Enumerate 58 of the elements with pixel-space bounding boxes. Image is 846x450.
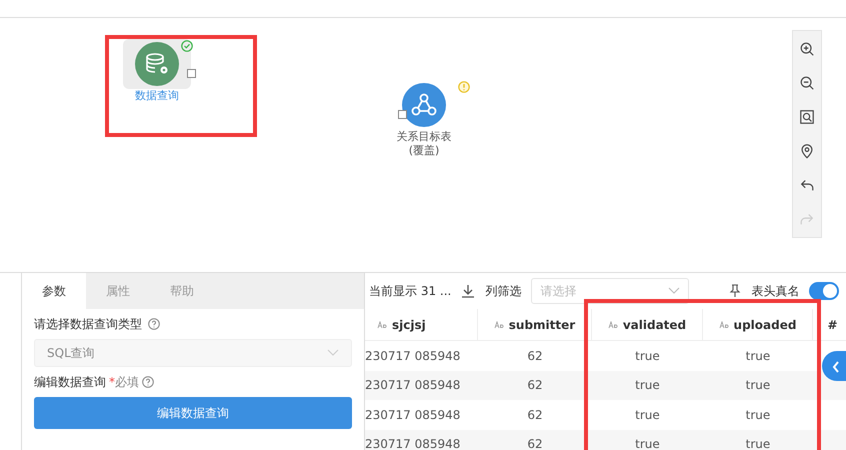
chevron-down-icon [668, 287, 680, 295]
port-handle[interactable] [187, 69, 196, 78]
warning-circle-icon [458, 80, 470, 93]
filter-label: 列筛选 [485, 283, 522, 300]
table-cell: 62 [478, 430, 592, 450]
fit-view-icon [799, 109, 815, 125]
database-node[interactable] [135, 42, 179, 86]
table-cell: true [592, 370, 703, 400]
download-icon[interactable] [461, 284, 476, 298]
column-header[interactable]: validated [592, 309, 703, 341]
table-cell-text: 62 [526, 348, 544, 365]
zoom-in-icon [799, 41, 815, 57]
port-handle[interactable] [398, 110, 407, 119]
record-count: 当前显示 31 ... [369, 283, 452, 300]
node-label: 数据查询 [134, 89, 180, 104]
chevron-left-icon [832, 360, 840, 373]
text-type-icon [718, 320, 729, 328]
table-cell: 230717 085948 [365, 430, 478, 450]
column-header[interactable]: sjcjsj [365, 309, 478, 341]
pin-icon[interactable] [729, 284, 742, 298]
chevron-down-icon [327, 349, 339, 357]
column-header[interactable]: # [813, 309, 846, 341]
table-cell-text: true [744, 406, 772, 424]
toggle-switch[interactable] [809, 282, 840, 300]
table-cell: 62 [478, 370, 592, 400]
field-label: 请选择数据查询类型 [34, 316, 142, 333]
table-cell-text: 230717 085948 [365, 348, 462, 365]
table-cell-text: 230717 085948 [365, 406, 462, 424]
table-cell: 230717 085948 [365, 370, 478, 400]
table-cell: true [592, 430, 703, 450]
toggle-label: 表头真名 [751, 283, 800, 300]
node-sublabel: (覆盖) [408, 144, 440, 159]
text-type-icon [608, 320, 618, 328]
help-icon[interactable] [148, 318, 160, 330]
fit-view-button[interactable] [797, 107, 817, 127]
table-cell-text: true [634, 348, 661, 365]
table-cell-text: true [634, 406, 661, 424]
panel-tab[interactable]: 参数 [22, 273, 86, 309]
collapse-button[interactable] [822, 351, 846, 381]
network-node[interactable] [402, 83, 446, 127]
required-note: *必填 [109, 374, 139, 391]
node-label: 关系目标表 [396, 130, 452, 144]
network-icon [410, 92, 438, 118]
redo-icon [799, 211, 815, 227]
location-pin-icon [799, 143, 815, 159]
help-icon[interactable] [142, 376, 154, 388]
column-header[interactable]: submitter [478, 309, 592, 341]
table-cell: true [703, 370, 813, 400]
undo-icon [799, 177, 815, 193]
table-cell: true [703, 430, 813, 450]
zoom-out-icon [799, 75, 815, 91]
table-cell-text: 62 [526, 406, 544, 424]
table-cell-text: true [744, 348, 772, 365]
field-label: 编辑数据查询 [34, 374, 106, 391]
check-circle-icon [181, 40, 193, 52]
text-type-icon [377, 320, 387, 328]
text-type-icon [494, 320, 504, 328]
column-header[interactable]: uploaded [703, 309, 813, 341]
